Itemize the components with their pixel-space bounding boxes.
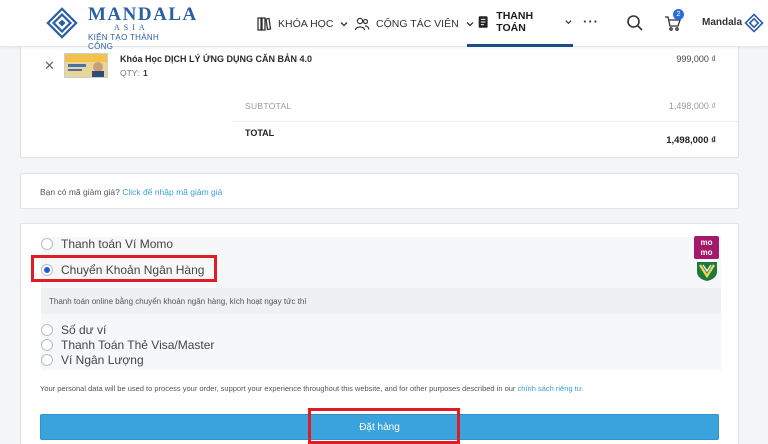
- place-order-highlight: [308, 408, 460, 444]
- avatar[interactable]: [743, 12, 765, 34]
- quantity-label: QTY:: [120, 68, 140, 78]
- total-value: 1,498,000 ₫: [666, 135, 716, 146]
- mandala-logo-icon: [46, 7, 78, 39]
- radio-wallet-balance[interactable]: [41, 324, 53, 336]
- quantity-value: 1: [143, 68, 148, 78]
- users-icon: [354, 17, 370, 30]
- document-icon: [478, 16, 488, 28]
- coupon-question: Bạn có mã giảm giá?: [40, 187, 120, 197]
- logo-subtitle: ASIA: [114, 23, 149, 32]
- nav-checkout-label: THANH TOÁN: [496, 10, 534, 34]
- product-thumbnail: [64, 53, 108, 78]
- payment-description: Thanh toán online bằng chuyển khoản ngân…: [41, 288, 721, 314]
- privacy-policy-link[interactable]: chính sách riêng tư.: [518, 384, 584, 393]
- chevron-down-icon: [565, 20, 572, 25]
- chevron-down-icon: [340, 21, 348, 26]
- book-icon: [257, 16, 272, 31]
- privacy-notice: Your personal data will be used to proce…: [40, 384, 584, 393]
- nav-checkout[interactable]: THANH TOÁN: [467, 0, 573, 47]
- selected-method-highlight: [31, 255, 217, 282]
- payment-option-label: Số dư ví: [61, 323, 107, 337]
- radio-ngan-luong[interactable]: [41, 354, 53, 366]
- cart-count-badge: 2: [673, 9, 684, 20]
- subtotal-value: 1,498,000 ₫: [668, 101, 716, 111]
- site-header: MANDALA ASIA KIẾN TẠO THÀNH CÔNG KHÓA HỌ…: [0, 0, 768, 51]
- user-name[interactable]: Mandala: [702, 17, 742, 28]
- payment-option-wallet-balance[interactable]: Số dư ví: [41, 323, 106, 337]
- coupon-notice: Bạn có mã giảm giá? Click để nhập mã giả…: [20, 173, 739, 209]
- subtotal-label: SUBTOTAL: [245, 101, 292, 111]
- order-summary: ✕ Khóa Học DỊCH LÝ ỨNG DỤNG CĂN BẢN 4.0 …: [20, 44, 739, 158]
- privacy-text: Your personal data will be used to proce…: [40, 384, 516, 393]
- payment-option-label: Thanh toán Ví Momo: [61, 237, 174, 251]
- logo-tagline: KIẾN TẠO THÀNH CÔNG: [88, 33, 160, 51]
- coupon-link[interactable]: Click để nhập mã giảm giá: [122, 187, 222, 197]
- search-icon[interactable]: [626, 14, 644, 32]
- radio-momo[interactable]: [41, 238, 53, 250]
- site-logo[interactable]: MANDALA ASIA KIẾN TẠO THÀNH CÔNG: [44, 3, 196, 51]
- nav-courses-label: KHÓA HỌC: [278, 17, 334, 30]
- product-name[interactable]: Khóa Học DỊCH LÝ ỨNG DỤNG CĂN BẢN 4.0: [120, 54, 312, 64]
- payment-description-text: Thanh toán online bằng chuyển khoản ngân…: [49, 297, 307, 306]
- coupon-text: Bạn có mã giảm giá? Click để nhập mã giả…: [40, 187, 222, 197]
- nav-courses[interactable]: KHÓA HỌC: [256, 0, 349, 47]
- bank-logo-icon: [697, 262, 717, 281]
- payment-option-visa-master[interactable]: Thanh Toán Thẻ Visa/Master: [41, 338, 214, 352]
- more-menu-button[interactable]: ···: [583, 14, 599, 29]
- nav-affiliate-label: CỘNG TÁC VIÊN: [376, 17, 459, 30]
- product-price: 999,000 ₫: [676, 54, 716, 64]
- nav-affiliate[interactable]: CỘNG TÁC VIÊN: [354, 0, 475, 47]
- remove-item-icon[interactable]: ✕: [44, 58, 55, 74]
- radio-visa-master[interactable]: [41, 339, 53, 351]
- momo-logo: mo mo: [694, 236, 719, 259]
- payment-option-label: Ví Ngân Lượng: [61, 353, 144, 367]
- total-label: TOTAL: [245, 128, 275, 138]
- divider: [233, 121, 738, 122]
- payment-option-ngan-luong[interactable]: Ví Ngân Lượng: [41, 353, 144, 367]
- payment-option-momo[interactable]: Thanh toán Ví Momo: [41, 237, 173, 251]
- payment-option-label: Thanh Toán Thẻ Visa/Master: [61, 338, 215, 352]
